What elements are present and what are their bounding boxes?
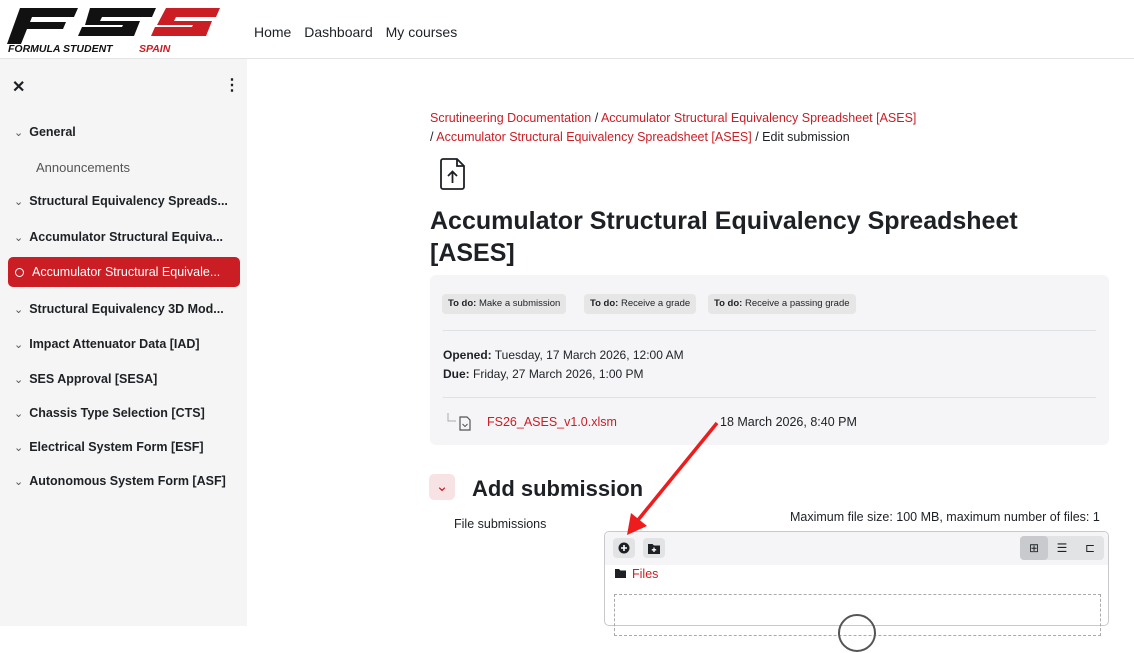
tree-file-icon: [447, 413, 471, 431]
close-icon[interactable]: ✕: [12, 77, 25, 97]
section-chassis-type[interactable]: ⌄ Chassis Type Selection [CTS]: [14, 406, 205, 420]
divider: [443, 330, 1096, 331]
breadcrumb-link[interactable]: Accumulator Structural Equivalency Sprea…: [601, 111, 916, 125]
chevron-down-icon: ⌄: [14, 304, 24, 316]
course-index-drawer: ✕ ⋮ ⌄ General Announcements ⌄ Structural E…: [0, 59, 247, 626]
opened-value: Tuesday, 17 March 2026, 12:00 AM: [494, 348, 684, 362]
todo-text: Receive a grade: [620, 298, 691, 309]
breadcrumb-separator: /: [594, 111, 599, 125]
section-label: Impact Attenuator Data [IAD]: [29, 337, 200, 351]
section-label: SES Approval [SESA]: [29, 372, 158, 386]
breadcrumb-current: Edit submission: [762, 130, 850, 144]
file-manager-toolbar: ⊞ ☰ ⊏: [605, 532, 1108, 565]
kebab-icon[interactable]: ⋮: [224, 75, 240, 95]
divider: [443, 397, 1096, 398]
chevron-down-icon: ⌄: [14, 374, 24, 386]
section-electrical-system[interactable]: ⌄ Electrical System Form [ESF]: [14, 440, 204, 454]
activity-dates: Opened: Tuesday, 17 March 2026, 12:00 AM…: [443, 346, 684, 384]
upload-icon: [838, 614, 876, 652]
chevron-down-icon: ⌄: [14, 127, 24, 139]
section-general[interactable]: ⌄ General: [14, 125, 76, 139]
section-ses-approval[interactable]: ⌄ SES Approval [SESA]: [14, 372, 157, 386]
section-label: Electrical System Form [ESF]: [29, 440, 204, 454]
todo-badge: To do: Make a submission: [442, 294, 567, 314]
section-label: Structural Equivalency 3D Mod...: [29, 302, 224, 316]
folder-label[interactable]: Files: [632, 567, 658, 581]
todo-prefix: To do:: [448, 298, 477, 309]
chevron-down-icon: ⌄: [14, 476, 24, 488]
todo-badge: To do: Receive a grade: [584, 294, 697, 314]
chevron-down-icon: ⌄: [14, 442, 24, 454]
section-label: Chassis Type Selection [CTS]: [29, 406, 205, 420]
chevron-down-icon: ⌄: [14, 232, 24, 244]
max-file-info: Maximum file size: 100 MB, maximum numbe…: [790, 510, 1100, 524]
grid-view-icon[interactable]: ⊞: [1020, 536, 1048, 560]
page-title: Accumulator Structural Equivalency Sprea…: [430, 207, 1018, 267]
opened-label: Opened:: [443, 348, 492, 362]
section-autonomous-system[interactable]: ⌄ Autonomous System Form [ASF]: [14, 474, 226, 488]
section-label: Accumulator Structural Equiva...: [29, 230, 224, 244]
todo-prefix: To do:: [590, 298, 619, 309]
breadcrumb: Scrutineering Documentation / Accumulato…: [430, 109, 916, 147]
nav-dashboard[interactable]: Dashboard: [304, 24, 373, 40]
collapse-section-button[interactable]: ⌄: [429, 474, 455, 500]
section-label: Structural Equivalency Spreads...: [29, 194, 228, 208]
todo-text: Make a submission: [478, 298, 561, 309]
folder-path: Files: [615, 567, 658, 581]
chevron-down-icon: ⌄: [14, 408, 24, 420]
fss-logo[interactable]: FORMULA STUDENT SPAIN: [6, 6, 226, 54]
section-heading: Add submission: [472, 476, 644, 501]
attachment-link[interactable]: FS26_ASES_v1.0.xlsm: [487, 415, 617, 429]
todo-prefix: To do:: [714, 298, 743, 309]
item-announcements[interactable]: Announcements: [36, 160, 130, 175]
item-active-ases[interactable]: Accumulator Structural Equivale...: [8, 257, 240, 287]
file-submissions-label: File submissions: [454, 517, 547, 531]
chevron-down-icon: ⌄: [14, 196, 24, 208]
top-navbar: FORMULA STUDENT SPAIN Home Dashboard My …: [0, 0, 1134, 59]
list-view-icon[interactable]: ☰: [1048, 536, 1076, 560]
add-circle-icon: [618, 542, 630, 554]
view-mode-toggle: ⊞ ☰ ⊏: [1020, 536, 1104, 560]
folder-icon: [615, 569, 626, 578]
activity-information: To do: Make a submission To do: Receive …: [430, 275, 1109, 445]
attachment-date: 18 March 2026, 8:40 PM: [720, 415, 857, 429]
section-accumulator-structural-equivalency[interactable]: ⌄ Accumulator Structural Equiva...: [14, 230, 223, 244]
todo-badge: To do: Receive a passing grade: [708, 294, 856, 314]
breadcrumb-separator: /: [430, 130, 434, 144]
due-label: Due:: [443, 367, 470, 381]
due-value: Friday, 27 March 2026, 1:00 PM: [473, 367, 644, 381]
create-folder-button[interactable]: [643, 538, 665, 558]
section-label: Autonomous System Form [ASF]: [29, 474, 226, 488]
chevron-down-icon: ⌄: [14, 339, 24, 351]
breadcrumb-link[interactable]: Accumulator Structural Equivalency Sprea…: [436, 130, 751, 144]
tree-view-icon[interactable]: ⊏: [1076, 536, 1104, 560]
add-file-button[interactable]: [613, 538, 635, 558]
breadcrumb-link[interactable]: Scrutineering Documentation: [430, 111, 591, 125]
nav-my-courses[interactable]: My courses: [386, 24, 458, 40]
logo-tagline-accent: SPAIN: [139, 43, 171, 54]
circle-icon: [15, 268, 24, 278]
primary-navigation: Home Dashboard My courses: [254, 24, 466, 40]
todo-text: Receive a passing grade: [744, 298, 850, 309]
logo-tagline: FORMULA STUDENT: [8, 43, 114, 54]
folder-plus-icon: [648, 543, 660, 554]
nav-home[interactable]: Home: [254, 24, 291, 40]
breadcrumb-separator: /: [755, 130, 759, 144]
section-impact-attenuator[interactable]: ⌄ Impact Attenuator Data [IAD]: [14, 337, 200, 351]
item-label: Accumulator Structural Equivale...: [32, 265, 221, 279]
file-drop-area[interactable]: [614, 594, 1101, 652]
chevron-down-icon: ⌄: [435, 478, 449, 495]
file-manager: ⊞ ☰ ⊏ Files: [604, 531, 1109, 652]
section-structural-equivalency-spreadsheet[interactable]: ⌄ Structural Equivalency Spreads...: [14, 194, 228, 208]
section-label: General: [29, 125, 76, 139]
section-structural-equivalency-3d[interactable]: ⌄ Structural Equivalency 3D Mod...: [14, 302, 224, 316]
assignment-upload-icon: [440, 158, 465, 190]
